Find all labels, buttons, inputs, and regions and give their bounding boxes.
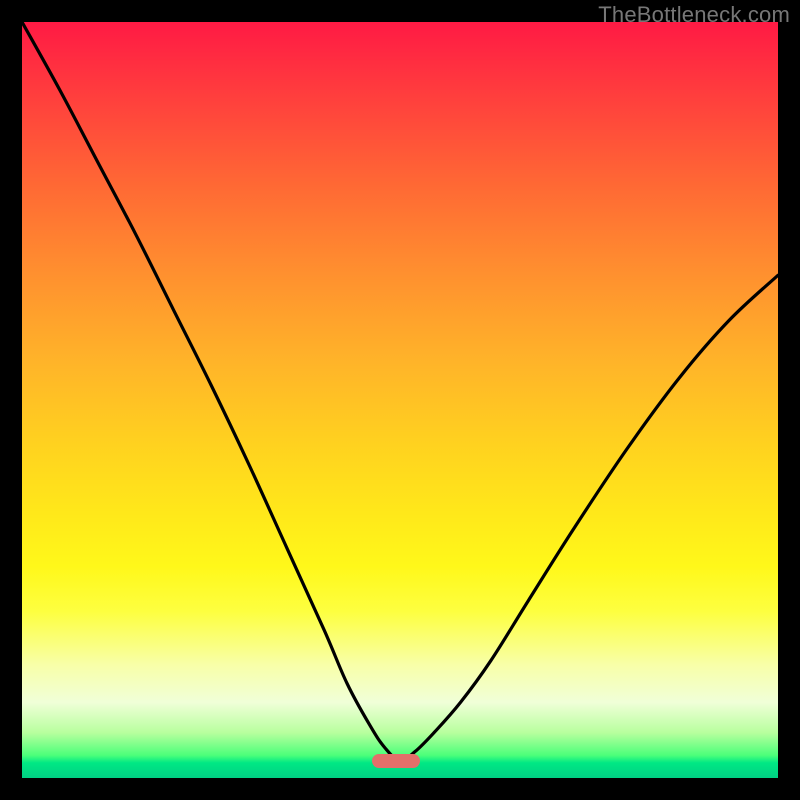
chart-frame: TheBottleneck.com: [0, 0, 800, 800]
plot-area: [22, 22, 778, 778]
bottleneck-curve: [22, 22, 778, 778]
attribution-text: TheBottleneck.com: [598, 2, 790, 28]
optimum-marker: [372, 754, 420, 768]
curve-path: [22, 22, 778, 761]
